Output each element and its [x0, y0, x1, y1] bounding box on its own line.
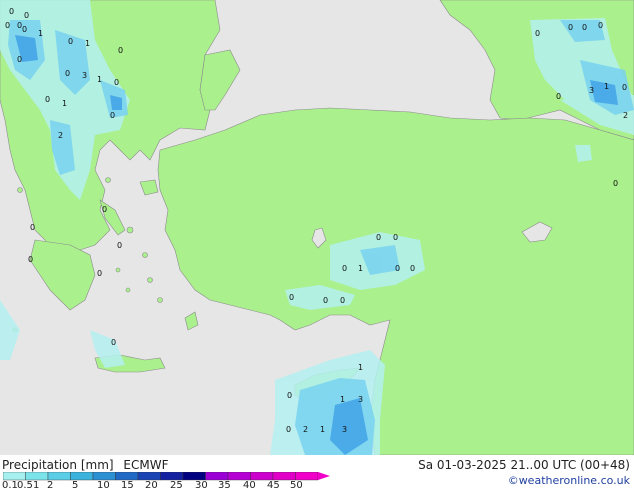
- credit-link[interactable]: ©weatheronline.co.uk: [508, 474, 630, 487]
- point-value: 0: [68, 37, 73, 46]
- point-value: 0: [323, 296, 328, 305]
- point-value: 2: [303, 425, 308, 434]
- legend-overflow-arrow: [318, 472, 330, 480]
- point-value: 1: [97, 75, 102, 84]
- legend-swatch: [47, 472, 71, 481]
- legend-swatch: [250, 472, 274, 481]
- point-value: 0: [24, 11, 29, 20]
- legend-tick-label: 50: [290, 480, 303, 491]
- point-value: 0: [65, 69, 70, 78]
- point-value: 0: [118, 46, 123, 55]
- point-value: 0: [97, 269, 102, 278]
- point-value: 0: [286, 425, 291, 434]
- model-label: ECMWF: [123, 458, 169, 472]
- point-value: 0: [30, 223, 35, 232]
- point-value: 0: [340, 296, 345, 305]
- legend-tick-label: 45: [267, 480, 280, 491]
- legend-tick-label: 10: [97, 480, 110, 491]
- point-value: 0: [598, 21, 603, 30]
- point-value: 0: [410, 264, 415, 273]
- legend-tick-label: 20: [145, 480, 158, 491]
- point-value: 0: [622, 83, 627, 92]
- point-value: 0: [17, 21, 22, 30]
- point-value: 0: [289, 293, 294, 302]
- point-value: 1: [358, 264, 363, 273]
- valid-time: Sa 01-03-2025 21..00 UTC (00+48): [418, 458, 630, 472]
- legend-ticks: 0.1 0.5 1 2 5 10 15 20 25 30 35 40 45 50: [0, 480, 340, 492]
- point-value: 1: [62, 99, 67, 108]
- point-value: 1: [38, 29, 43, 38]
- point-value: 1: [358, 363, 363, 372]
- legend-tick-label: 5: [72, 480, 79, 491]
- point-value: 3: [358, 395, 363, 404]
- point-value: 3: [342, 425, 347, 434]
- point-value: 0: [342, 264, 347, 273]
- point-value: 0: [111, 338, 116, 347]
- legend-swatch: [295, 472, 319, 481]
- point-value: 3: [589, 86, 594, 95]
- legend-swatch: [227, 472, 251, 481]
- point-value: 0: [28, 255, 33, 264]
- legend-swatch: [92, 472, 116, 481]
- point-value: 0: [17, 55, 22, 64]
- legend-tick-label: 40: [243, 480, 256, 491]
- point-value: 0: [535, 29, 540, 38]
- point-value: 0: [110, 111, 115, 120]
- point-value: 1: [340, 395, 345, 404]
- point-value: 0: [5, 21, 10, 30]
- point-value: 2: [58, 131, 63, 140]
- point-value: 0: [117, 241, 122, 250]
- point-value: 1: [604, 82, 609, 91]
- legend-swatch: [25, 472, 49, 481]
- point-value: 0: [114, 78, 119, 87]
- point-value: 0: [287, 391, 292, 400]
- point-value: 0: [556, 92, 561, 101]
- legend-swatch: [160, 472, 184, 481]
- precipitation-map: 0 0 10 100 3 1 000 10200000000 000 03 1020000 00 1 0 0…: [0, 0, 634, 456]
- point-value: 0: [582, 23, 587, 32]
- point-value: 1: [320, 425, 325, 434]
- map-title: Precipitation [mm] ECMWF: [2, 458, 168, 472]
- title-label: Precipitation [mm]: [2, 458, 114, 472]
- legend-tick-label: 35: [218, 480, 231, 491]
- point-value: 0: [376, 233, 381, 242]
- point-value: 1: [85, 39, 90, 48]
- legend-swatch: [137, 472, 161, 481]
- point-value: 0: [393, 233, 398, 242]
- legend-tick-label: 30: [195, 480, 208, 491]
- point-value: 0: [9, 7, 14, 16]
- legend-tick-label: 0.1: [2, 480, 18, 491]
- legend-tick-label: 0.5: [17, 480, 33, 491]
- legend-tick-label: 15: [121, 480, 134, 491]
- legend-tick-label: 25: [170, 480, 183, 491]
- point-value: 0: [22, 25, 27, 34]
- legend-swatch: [272, 472, 296, 481]
- point-value: 2: [623, 111, 628, 120]
- point-value: 3: [82, 71, 87, 80]
- point-value: 0: [45, 95, 50, 104]
- legend-swatch: [70, 472, 94, 481]
- legend-swatch: [205, 472, 229, 481]
- point-value: 0: [395, 264, 400, 273]
- legend-swatch: [3, 472, 26, 481]
- legend-swatch: [115, 472, 139, 481]
- legend-swatch: [182, 472, 206, 481]
- point-value: 0: [613, 179, 618, 188]
- legend-tick-label: 2: [47, 480, 54, 491]
- point-value: 0: [568, 23, 573, 32]
- point-value: 0: [102, 205, 107, 214]
- legend-tick-label: 1: [33, 480, 40, 491]
